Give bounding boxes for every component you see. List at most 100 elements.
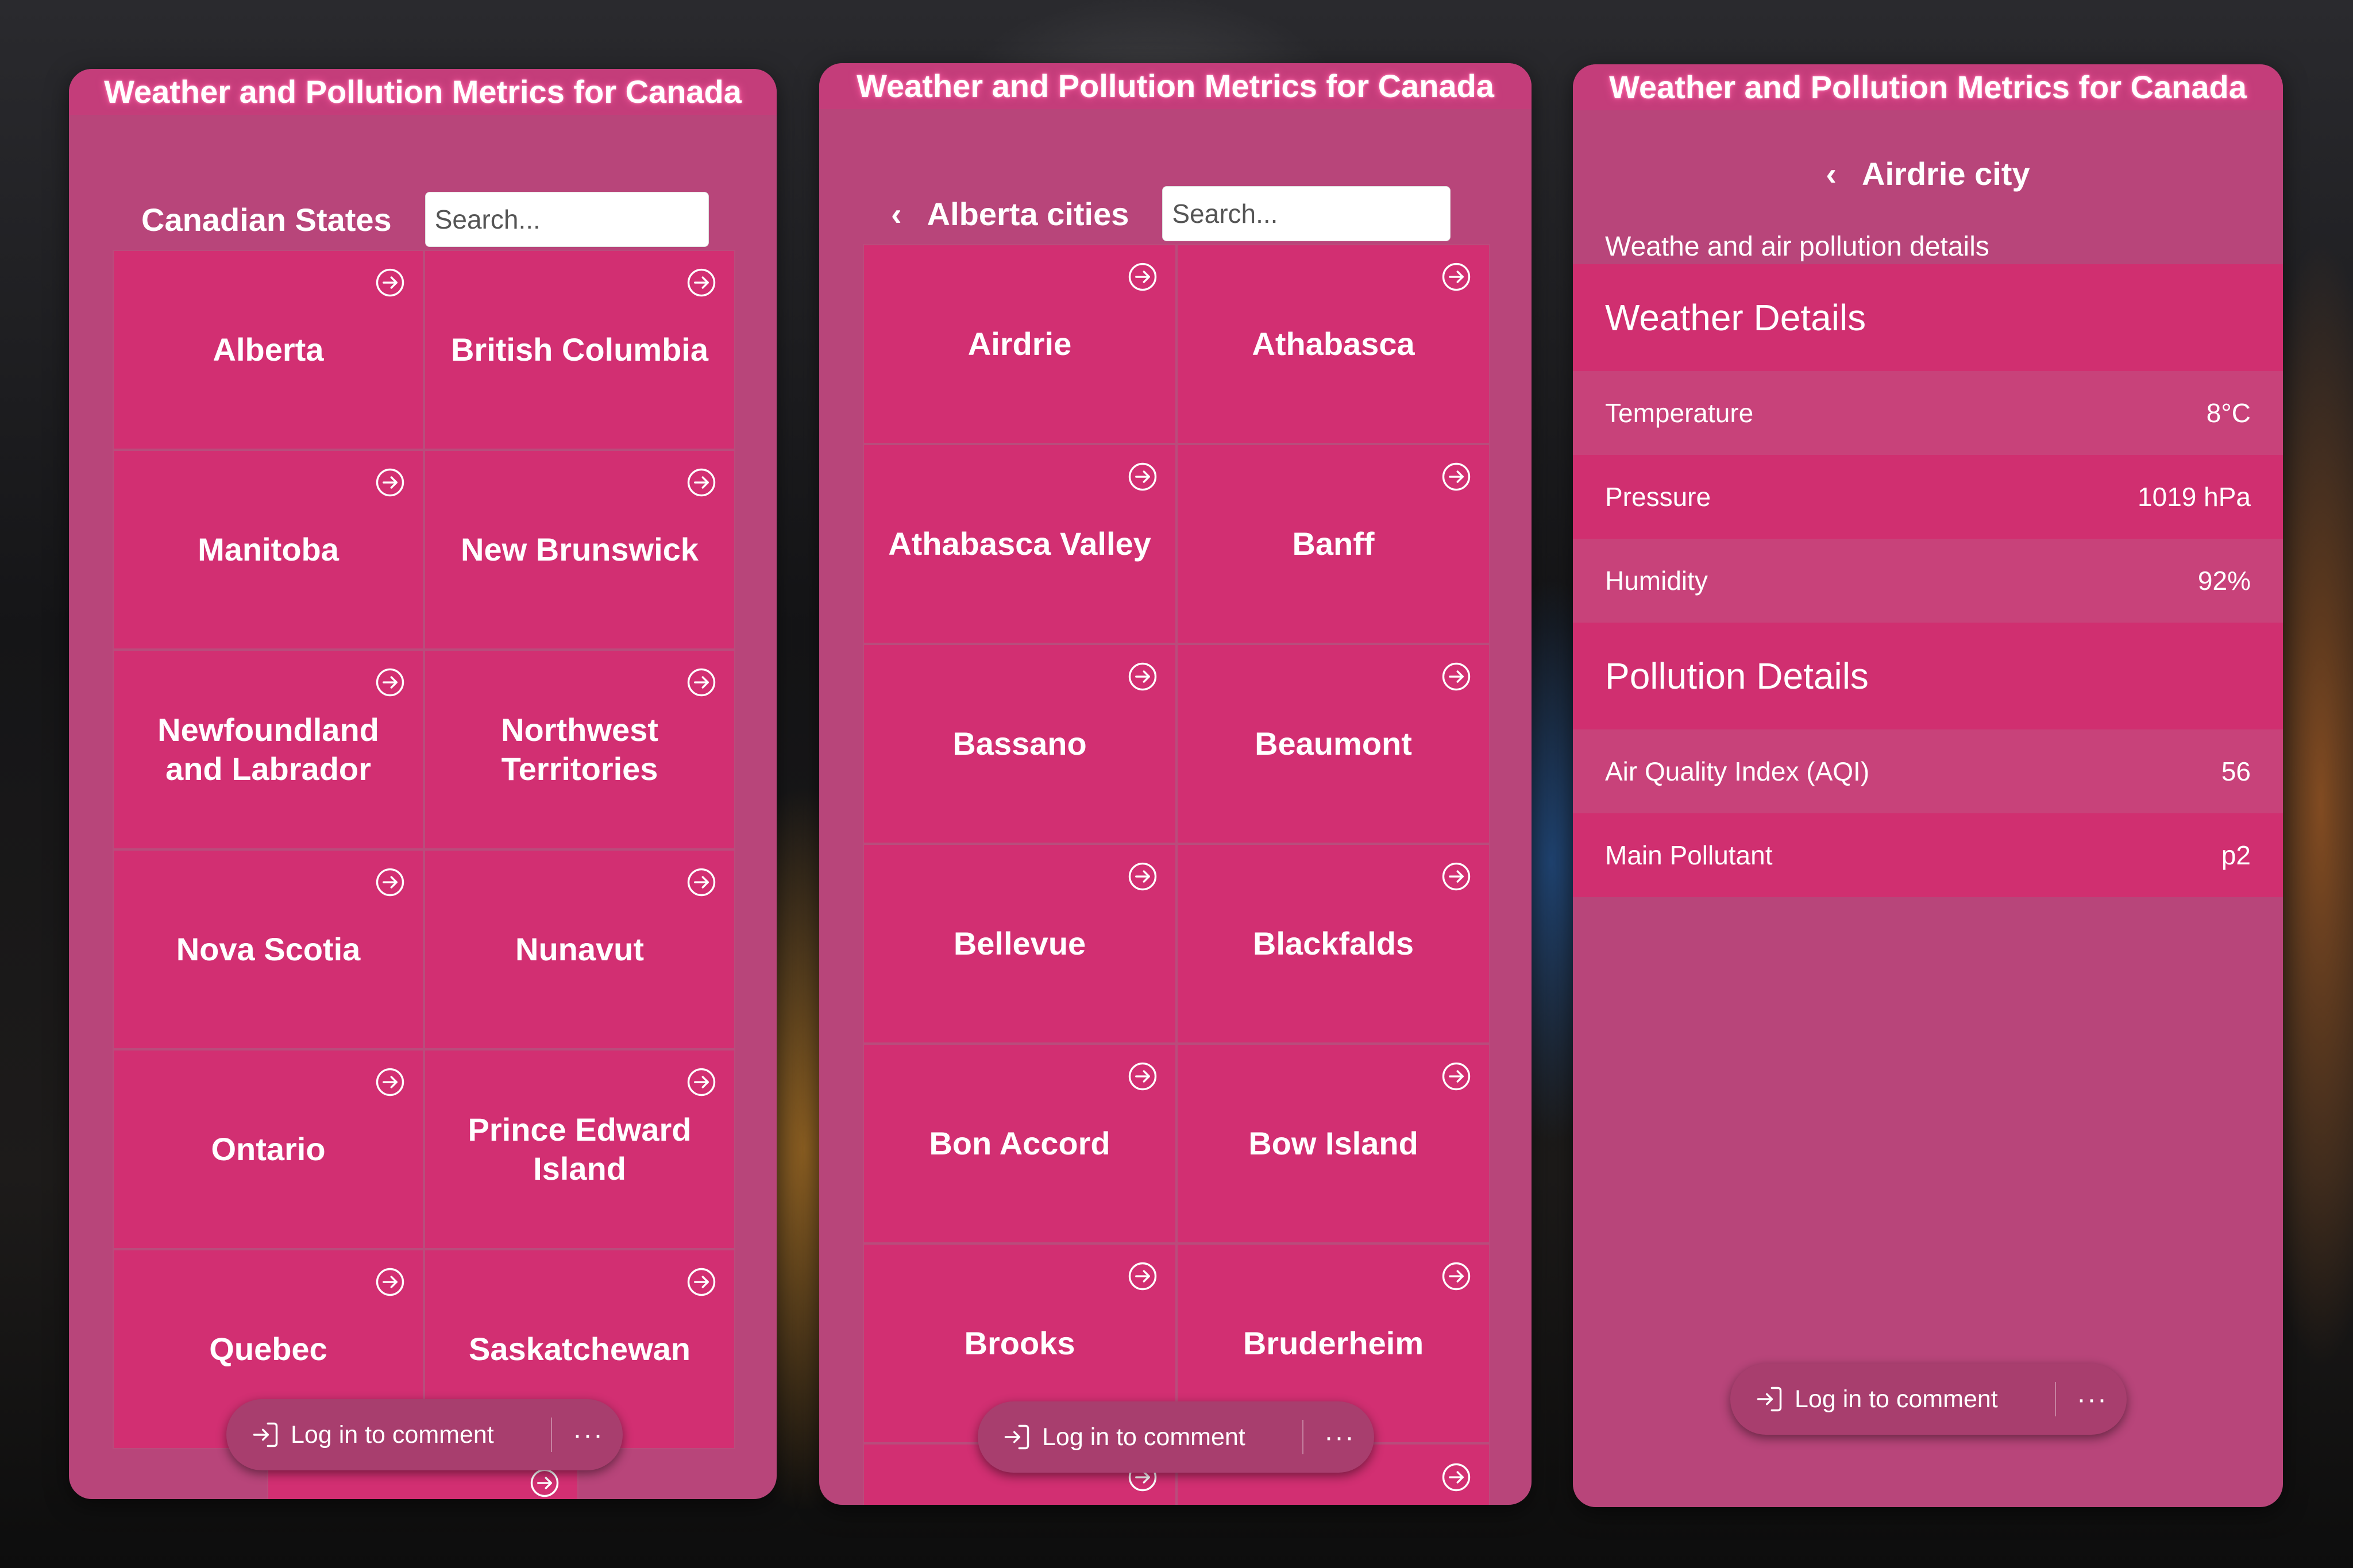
row-label: Pressure bbox=[1605, 482, 1711, 512]
search-input[interactable] bbox=[1162, 186, 1451, 241]
row-label: Humidity bbox=[1605, 566, 1708, 596]
divider bbox=[1302, 1420, 1303, 1454]
arrow-right-circle-icon bbox=[375, 1067, 406, 1098]
app-title: Weather and Pollution Metrics for Canada bbox=[1573, 64, 2283, 110]
state-tile[interactable]: Prince Edward Island bbox=[424, 1049, 735, 1249]
search-input[interactable] bbox=[425, 192, 709, 247]
city-name: Blackfalds bbox=[1252, 925, 1414, 961]
arrow-right-circle-icon bbox=[1127, 661, 1158, 692]
arrow-right-circle-icon bbox=[686, 467, 717, 498]
state-tile[interactable]: Manitoba bbox=[113, 450, 424, 650]
arrow-right-circle-icon bbox=[1441, 261, 1472, 292]
state-tile[interactable]: Newfoundland and Labrador bbox=[113, 650, 424, 849]
arrow-right-circle-icon bbox=[1127, 1061, 1158, 1092]
arrow-right-circle-icon bbox=[529, 1467, 560, 1499]
arrow-right-circle-icon bbox=[1441, 1261, 1472, 1292]
arrow-right-circle-icon bbox=[1127, 1261, 1158, 1292]
arrow-right-circle-icon bbox=[375, 467, 406, 498]
arrow-right-circle-icon bbox=[375, 1266, 406, 1297]
state-tile[interactable]: Nunavut bbox=[424, 849, 735, 1049]
cities-panel: Weather and Pollution Metrics for Canada… bbox=[819, 63, 1532, 1505]
city-tile[interactable]: Beaumont bbox=[1176, 644, 1490, 844]
temperature-row: Temperature 8°C bbox=[1573, 371, 2283, 455]
divider bbox=[551, 1418, 552, 1452]
login-to-comment-button[interactable]: Log in to comment bbox=[1730, 1364, 1998, 1435]
login-icon bbox=[253, 1422, 278, 1447]
arrow-right-circle-icon bbox=[1127, 461, 1158, 492]
city-name: Beaumont bbox=[1255, 725, 1412, 762]
state-name: Nova Scotia bbox=[176, 931, 361, 967]
login-icon bbox=[1004, 1424, 1029, 1450]
states-header: Canadian States bbox=[141, 185, 773, 254]
login-label: Log in to comment bbox=[291, 1420, 494, 1449]
humidity-row: Humidity 92% bbox=[1573, 539, 2283, 623]
city-name: Airdrie bbox=[967, 326, 1072, 362]
cities-grid: Airdrie Athabasca Athabasca Valley Banff… bbox=[863, 244, 1490, 1443]
more-options-button[interactable]: ··· bbox=[565, 1419, 611, 1451]
page-title: Canadian States bbox=[141, 201, 392, 238]
city-name: Bon Accord bbox=[929, 1125, 1110, 1161]
chevron-left-icon[interactable]: ‹ bbox=[1826, 155, 1837, 192]
arrow-right-circle-icon bbox=[686, 1266, 717, 1297]
city-tile[interactable]: Bassano bbox=[863, 644, 1176, 844]
more-options-button[interactable]: ··· bbox=[1317, 1422, 1363, 1453]
arrow-right-circle-icon bbox=[1127, 261, 1158, 292]
city-tile[interactable]: Bow Island bbox=[1176, 1044, 1490, 1243]
details-panel: Weather and Pollution Metrics for Canada… bbox=[1573, 64, 2283, 1507]
city-tile[interactable]: Airdrie bbox=[863, 244, 1176, 444]
arrow-right-circle-icon bbox=[1127, 861, 1158, 892]
city-name: Bassano bbox=[952, 725, 1087, 762]
state-name: New Brunswick bbox=[461, 531, 699, 567]
cities-header: ‹ Alberta cities bbox=[891, 179, 1523, 248]
arrow-right-circle-icon bbox=[686, 267, 717, 298]
row-value: p2 bbox=[2221, 840, 2251, 870]
state-tile[interactable]: New Brunswick bbox=[424, 450, 735, 650]
row-value: 92% bbox=[2197, 566, 2251, 596]
arrow-right-circle-icon bbox=[1441, 461, 1472, 492]
state-name: Alberta bbox=[213, 331, 324, 368]
city-name: Brooks bbox=[964, 1325, 1075, 1361]
row-label: Air Quality Index (AQI) bbox=[1605, 756, 1870, 786]
pollution-section-title: Pollution Details bbox=[1573, 623, 2283, 729]
more-options-button[interactable]: ··· bbox=[2069, 1384, 2115, 1415]
aqi-row: Air Quality Index (AQI) 56 bbox=[1573, 729, 2283, 813]
city-tile[interactable]: Bon Accord bbox=[863, 1044, 1176, 1243]
arrow-right-circle-icon bbox=[686, 867, 717, 898]
state-tile[interactable]: Alberta bbox=[113, 250, 424, 450]
login-icon bbox=[1757, 1387, 1782, 1412]
city-name: Athabasca Valley bbox=[888, 526, 1151, 562]
city-tile[interactable]: Athabasca bbox=[1176, 244, 1490, 444]
city-tile[interactable]: Blackfalds bbox=[1176, 844, 1490, 1044]
weather-section-title: Weather Details bbox=[1573, 264, 2283, 371]
city-tile[interactable]: Bellevue bbox=[863, 844, 1176, 1044]
pressure-row: Pressure 1019 hPa bbox=[1573, 455, 2283, 539]
state-tile[interactable]: Northwest Territories bbox=[424, 650, 735, 849]
row-value: 1019 hPa bbox=[2138, 482, 2251, 512]
arrow-right-circle-icon bbox=[375, 267, 406, 298]
city-tile[interactable]: Athabasca Valley bbox=[863, 444, 1176, 644]
arrow-right-circle-icon bbox=[1441, 861, 1472, 892]
login-to-comment-button[interactable]: Log in to comment bbox=[978, 1401, 1245, 1473]
app-title: Weather and Pollution Metrics for Canada bbox=[69, 69, 777, 115]
state-name: Prince Edward Island bbox=[468, 1111, 692, 1187]
arrow-right-circle-icon bbox=[375, 867, 406, 898]
city-name: Bow Island bbox=[1248, 1125, 1418, 1161]
city-name: Banff bbox=[1292, 526, 1375, 562]
state-name: Manitoba bbox=[198, 531, 339, 567]
arrow-right-circle-icon bbox=[1441, 1061, 1472, 1092]
chevron-left-icon[interactable]: ‹ bbox=[891, 195, 902, 233]
city-tile[interactable]: Banff bbox=[1176, 444, 1490, 644]
state-tile[interactable]: Nova Scotia bbox=[113, 849, 424, 1049]
state-name: Ontario bbox=[211, 1131, 326, 1167]
divider bbox=[2055, 1382, 2056, 1416]
states-grid: Alberta British Columbia Manitoba New Br… bbox=[113, 250, 735, 1449]
state-name: Newfoundland and Labrador bbox=[157, 712, 379, 787]
app-title: Weather and Pollution Metrics for Canada bbox=[819, 63, 1532, 109]
login-to-comment-button[interactable]: Log in to comment bbox=[226, 1399, 494, 1470]
state-tile[interactable]: Ontario bbox=[113, 1049, 424, 1249]
state-name: Saskatchewan bbox=[469, 1331, 691, 1367]
comment-bar: Log in to comment ··· bbox=[978, 1401, 1374, 1473]
page-title: Airdrie city bbox=[1862, 155, 2030, 192]
comment-bar: Log in to comment ··· bbox=[1730, 1364, 2127, 1435]
state-tile[interactable]: British Columbia bbox=[424, 250, 735, 450]
